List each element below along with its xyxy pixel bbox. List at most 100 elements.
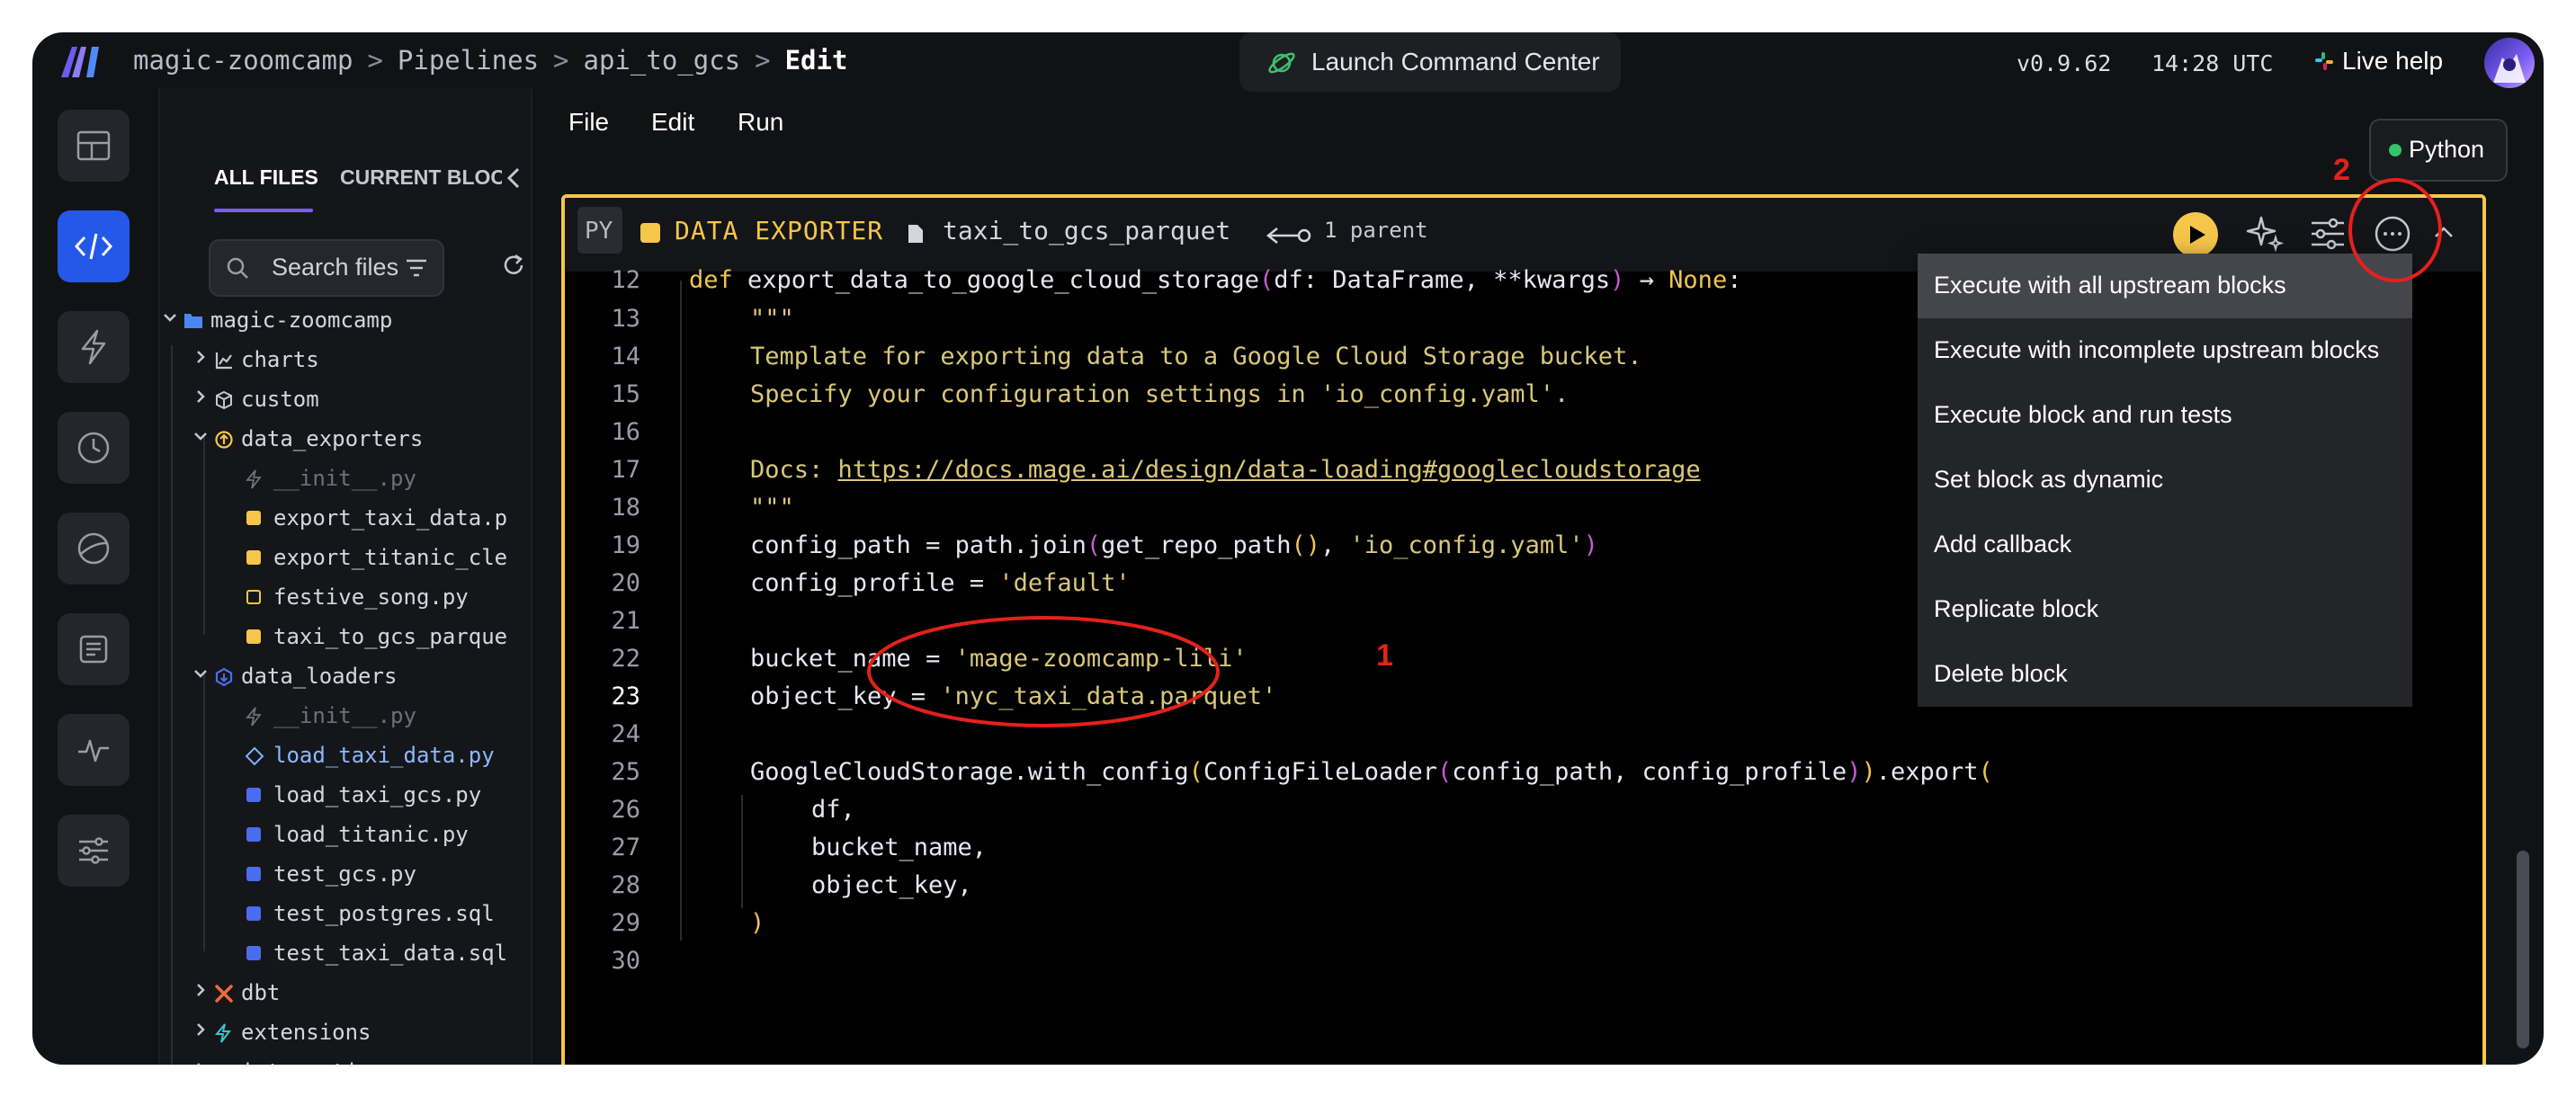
menu-edit[interactable]: Edit xyxy=(651,108,694,137)
line-number: 19 xyxy=(611,531,640,559)
line-number: 17 xyxy=(611,456,640,484)
time-label: 14:28 UTC xyxy=(2151,50,2274,76)
left-nav xyxy=(32,88,158,1065)
breadcrumb-current: Edit xyxy=(784,45,848,76)
nav-runs[interactable] xyxy=(58,412,130,484)
menu-file[interactable]: File xyxy=(568,108,609,137)
code-token: 'nyc_taxi_data.parquet' xyxy=(940,682,1277,710)
tab-all-files[interactable]: ALL FILES xyxy=(214,165,318,190)
code-token: ( xyxy=(1978,758,1993,786)
tree-label: custom xyxy=(241,387,319,412)
nav-monitor[interactable] xyxy=(58,714,130,786)
tree-label: export_taxi_data.p xyxy=(273,505,508,531)
menu-execute-and-test[interactable]: Execute block and run tests xyxy=(1918,383,2412,448)
block-language-tag: PY xyxy=(577,207,622,254)
filter-icon[interactable] xyxy=(405,257,428,279)
block-parents[interactable]: 1 parent xyxy=(1324,218,1428,243)
editor-scrollbar[interactable] xyxy=(2517,851,2529,1048)
code-token: config_profile = xyxy=(750,569,999,597)
tab-current-block[interactable]: CURRENT BLOCK xyxy=(340,165,502,190)
search-icon xyxy=(227,257,248,279)
indent-guide xyxy=(741,795,743,908)
nav-code-editor[interactable] xyxy=(58,210,130,282)
menu-add-callback[interactable]: Add callback xyxy=(1918,513,2412,577)
diamond-icon xyxy=(245,746,264,766)
docs-link[interactable]: https://docs.mage.ai/design/data-loading… xyxy=(838,456,1701,484)
code-token: ) xyxy=(1583,531,1598,559)
loader-file-icon xyxy=(246,906,261,921)
user-avatar[interactable] xyxy=(2484,38,2535,88)
block-type-color xyxy=(640,223,660,243)
panel-divider[interactable] xyxy=(531,88,532,1065)
nav-backfills[interactable] xyxy=(58,513,130,584)
menu-item-label: Execute with all upstream blocks xyxy=(1934,272,2286,299)
exporter-file-icon xyxy=(246,629,261,644)
chevron-right-icon xyxy=(197,1023,205,1036)
menu-delete-block[interactable]: Delete block xyxy=(1918,642,2412,707)
line-number: 21 xyxy=(611,607,640,635)
chevron-right-icon xyxy=(197,390,205,403)
tree-label: magic-zoomcamp xyxy=(210,308,393,333)
breadcrumb-project[interactable]: magic-zoomcamp xyxy=(133,45,353,76)
nav-settings[interactable] xyxy=(58,815,130,887)
tree-label: data_loaders xyxy=(241,664,398,689)
kernel-status-button[interactable]: Python xyxy=(2369,119,2508,182)
mage-logo-icon[interactable] xyxy=(59,43,104,79)
exporter-icon xyxy=(215,431,233,449)
code-token: ( xyxy=(1437,758,1453,786)
exporter-file-icon xyxy=(246,550,261,565)
code-line: config_path = path.join(get_repo_path(),… xyxy=(750,531,1598,559)
menu-item-label: Set block as dynamic xyxy=(1934,466,2164,493)
block-type-label: DATA EXPORTER xyxy=(675,216,884,245)
nav-logs[interactable] xyxy=(58,613,130,685)
tree-guide xyxy=(203,437,205,635)
run-block-button[interactable] xyxy=(2173,212,2218,257)
line-number: 27 xyxy=(611,834,640,861)
code-token: ) xyxy=(1610,266,1625,294)
more-options-icon[interactable] xyxy=(2373,214,2412,254)
menu-run[interactable]: Run xyxy=(738,108,783,137)
tree-label: __init__.py xyxy=(273,703,416,728)
menu-item-label: Delete block xyxy=(1934,660,2068,687)
tree-guide xyxy=(171,345,173,1065)
loader-file-icon xyxy=(246,867,261,881)
tree-label: data_exporters xyxy=(241,426,424,451)
kernel-status-dot xyxy=(2389,144,2402,156)
menu-replicate-block[interactable]: Replicate block xyxy=(1918,577,2412,642)
menu-set-dynamic[interactable]: Set block as dynamic xyxy=(1918,448,2412,513)
parent-link-icon xyxy=(1266,227,1311,244)
code-line: config_profile = 'default' xyxy=(750,569,1131,597)
search-files-input[interactable]: Search files xyxy=(209,239,444,297)
code-line: object_key = 'nyc_taxi_data.parquet' xyxy=(750,682,1276,710)
code-token: 'mage-zoomcamp-lili' xyxy=(954,645,1248,673)
line-number: 22 xyxy=(611,645,640,673)
lightning-icon xyxy=(81,329,106,365)
lightning-icon xyxy=(246,707,262,727)
line-number-current: 23 xyxy=(611,682,640,710)
chevron-up-icon[interactable] xyxy=(2432,223,2455,241)
code-token: ) xyxy=(1861,758,1876,786)
tree-guide xyxy=(203,673,205,951)
live-help-link[interactable]: Live help xyxy=(2313,47,2443,76)
line-number: 29 xyxy=(611,909,640,937)
line-number: 18 xyxy=(611,494,640,522)
block-name[interactable]: taxi_to_gcs_parquet xyxy=(943,216,1230,245)
block-settings-icon[interactable] xyxy=(2308,214,2348,254)
menu-execute-incomplete-upstream[interactable]: Execute with incomplete upstream blocks xyxy=(1918,318,2412,383)
breadcrumb-separator: > xyxy=(367,45,383,76)
nav-pipelines-overview[interactable] xyxy=(58,110,130,182)
sparkle-ai-icon[interactable] xyxy=(2245,214,2285,254)
collapse-panel-icon[interactable] xyxy=(505,165,523,191)
refresh-icon[interactable] xyxy=(500,252,527,279)
code-line: def export_data_to_google_cloud_storage(… xyxy=(689,266,1741,294)
nav-triggers[interactable] xyxy=(58,311,130,383)
code-line: """ xyxy=(750,494,794,522)
tree-label: extensions xyxy=(241,1020,371,1045)
code-token: config_path = path.join xyxy=(750,531,1087,559)
breadcrumb-pipeline[interactable]: api_to_gcs xyxy=(584,45,741,76)
launch-command-center-button[interactable]: Launch Command Center xyxy=(1239,32,1621,92)
file-browser-panel: ALL FILES CURRENT BLOCK Search files mag… xyxy=(160,88,531,1065)
chevron-down-icon xyxy=(164,314,176,322)
menu-execute-all-upstream[interactable]: Execute with all upstream blocks xyxy=(1918,254,2412,318)
breadcrumb-pipelines[interactable]: Pipelines xyxy=(398,45,539,76)
